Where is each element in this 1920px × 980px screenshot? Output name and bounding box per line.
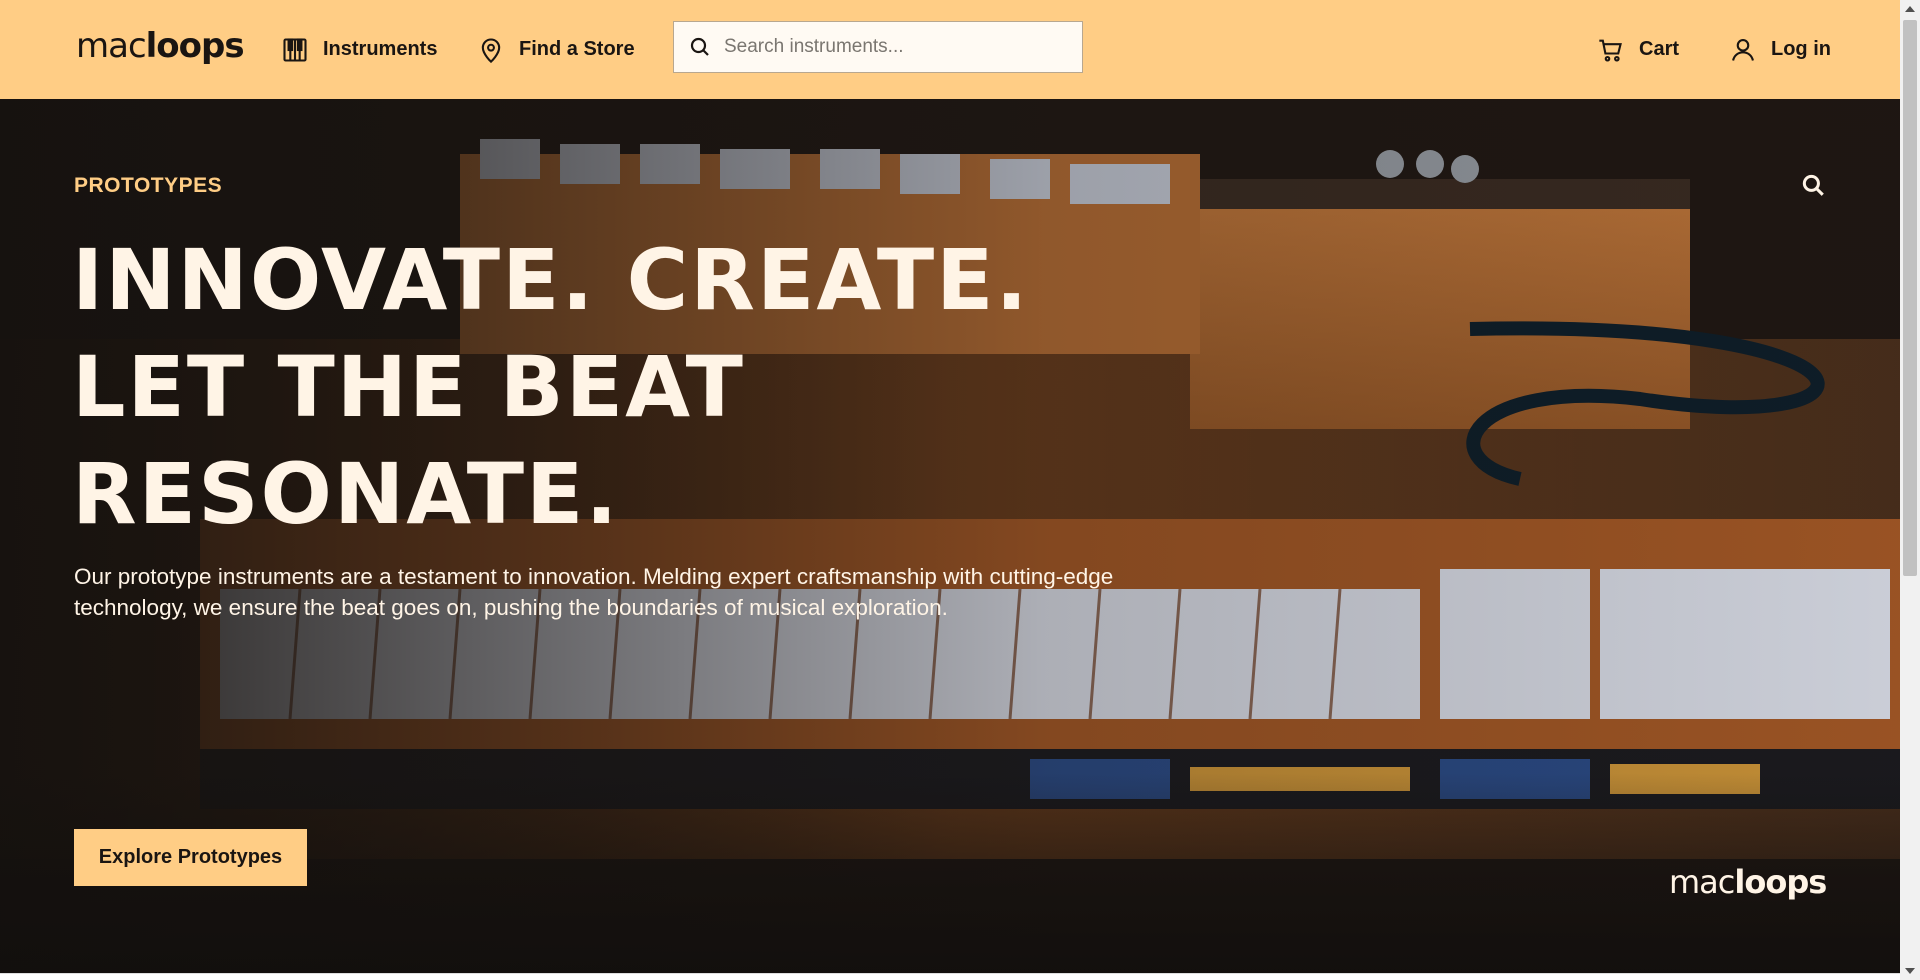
headline-line-2: LET THE BEAT (72, 338, 745, 436)
piano-icon (283, 37, 307, 62)
login-label: Log in (1771, 38, 1831, 60)
cart-icon (1599, 39, 1622, 62)
scrollbar-thumb[interactable] (1903, 20, 1917, 576)
explore-prototypes-button[interactable]: Explore Prototypes (74, 829, 307, 886)
nav-instruments-label: Instruments (323, 38, 438, 60)
hero-logo: macloops (1669, 863, 1827, 901)
nav-find-a-store[interactable]: Find a Store (477, 0, 635, 99)
hero-description: Our prototype instruments are a testamen… (74, 564, 1114, 620)
nav-find-a-store-label: Find a Store (519, 38, 635, 60)
hero-section: PROTOTYPES INNOVATE. CREATE. LET THE BEA… (0, 99, 1900, 973)
hero-eyebrow: PROTOTYPES (74, 174, 223, 197)
search-input[interactable] (724, 36, 1064, 58)
user-icon (1732, 38, 1754, 61)
hero-headline: INNOVATE. CREATE. LET THE BEAT RESONATE. (72, 227, 1172, 548)
search-icon[interactable] (1800, 172, 1826, 198)
cart-link[interactable]: Cart (1597, 0, 1679, 99)
horizontal-scrollbar[interactable] (0, 973, 1900, 980)
scroll-down-arrow-icon[interactable] (1905, 968, 1915, 974)
top-navigation-bar: macloops Instruments Find a Store Cart L… (0, 0, 1900, 99)
scroll-up-arrow-icon[interactable] (1905, 6, 1915, 12)
map-pin-icon (481, 38, 501, 63)
nav-instruments[interactable]: Instruments (281, 0, 437, 99)
search-icon (690, 37, 709, 56)
vertical-scrollbar[interactable] (1900, 0, 1920, 980)
macloops-logo[interactable]: macloops (76, 26, 245, 66)
headline-line-1: INNOVATE. CREATE. (72, 231, 1030, 329)
login-link[interactable]: Log in (1729, 0, 1831, 99)
search-bar[interactable] (673, 21, 1083, 73)
headline-line-3: RESONATE. (72, 445, 620, 543)
cart-label: Cart (1639, 38, 1680, 60)
